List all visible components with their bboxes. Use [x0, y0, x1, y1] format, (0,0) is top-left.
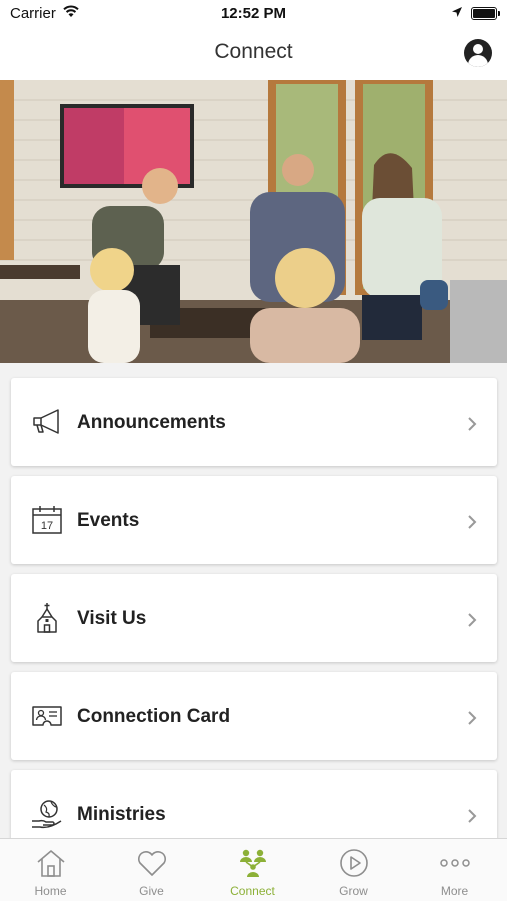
more-dots-icon	[440, 859, 470, 867]
tab-label: Home	[34, 884, 67, 898]
page-title: Connect	[214, 40, 293, 63]
tab-connect[interactable]: Connect	[202, 839, 303, 901]
tab-label: Grow	[339, 884, 368, 898]
tab-give[interactable]: Give	[101, 839, 202, 901]
heart-icon	[137, 851, 167, 876]
tab-bar: Home Give Connect Grow More	[0, 838, 507, 901]
tab-label: More	[440, 884, 469, 898]
location-arrow-icon	[452, 7, 462, 17]
chevron-right-icon	[468, 809, 477, 823]
church-icon	[37, 603, 57, 633]
menu-item-announcements[interactable]: Announcements	[11, 378, 497, 466]
calendar-icon: 17	[32, 506, 62, 534]
menu-item-connection-card[interactable]: Connection Card	[11, 672, 497, 760]
menu-item-label: Connection Card	[77, 706, 231, 727]
menu-item-visit-us[interactable]: Visit Us	[11, 574, 497, 662]
play-icon	[340, 849, 368, 877]
chevron-right-icon	[468, 711, 477, 725]
status-bar: Carrier 12:52 PM	[0, 0, 507, 28]
battery-icon	[471, 7, 500, 20]
menu-item-label: Announcements	[77, 412, 226, 433]
chevron-right-icon	[468, 417, 477, 431]
megaphone-icon	[33, 409, 59, 434]
people-icon	[240, 849, 266, 877]
id-card-icon	[32, 706, 62, 726]
chevron-right-icon	[468, 515, 477, 529]
home-icon	[37, 850, 65, 877]
menu-item-label: Visit Us	[77, 608, 147, 629]
tab-more[interactable]: More	[404, 839, 505, 901]
navigation-bar: Connect	[0, 28, 507, 80]
tab-home[interactable]: Home	[0, 839, 101, 901]
menu-item-label: Ministries	[77, 804, 166, 825]
chevron-right-icon	[468, 613, 477, 627]
status-time: 12:52 PM	[220, 5, 287, 22]
calendar-day: 17	[41, 520, 53, 532]
menu-item-events[interactable]: 17 Events	[11, 476, 497, 564]
tab-grow[interactable]: Grow	[303, 839, 404, 901]
menu-list: Announcements 17 Events Visit Us Connect…	[11, 378, 497, 868]
hero-photo	[0, 80, 507, 363]
menu-item-label: Events	[77, 510, 140, 531]
tab-label: Give	[139, 884, 164, 898]
profile-icon[interactable]	[464, 39, 492, 67]
globe-hand-icon	[32, 800, 62, 829]
tab-label: Connect	[230, 884, 275, 898]
